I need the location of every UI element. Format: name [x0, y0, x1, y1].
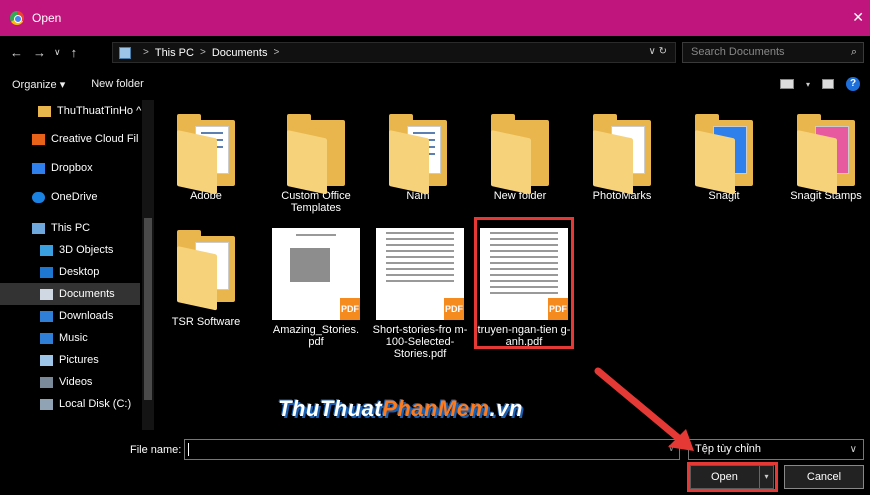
- refresh-icon[interactable]: ∨ ↻: [649, 46, 667, 57]
- file-list: Adobe Custom Office Templates Nam New fo…: [154, 100, 870, 430]
- forward-arrow-icon[interactable]: →: [33, 45, 46, 60]
- recent-locations-icon[interactable]: ∨: [54, 47, 61, 58]
- download-icon: [40, 310, 53, 322]
- creative-cloud-icon: [32, 133, 45, 145]
- sidebar-item-3d-objects[interactable]: 3D Objects: [0, 239, 140, 261]
- chevron-down-icon[interactable]: ▾: [806, 80, 810, 89]
- file-type-select[interactable]: Tệp tùy chỉnh ∨: [688, 439, 864, 460]
- address-bar[interactable]: > This PC > Documents > ∨ ↻: [112, 42, 676, 63]
- folder-adobe[interactable]: Adobe: [158, 114, 254, 202]
- folder-new-folder[interactable]: New folder: [472, 114, 568, 202]
- folder-icon: [177, 114, 235, 195]
- sidebar-item-this-pc[interactable]: This PC: [0, 217, 140, 239]
- sidebar-item-thuthuat[interactable]: ThuThuatTinHo ^: [0, 100, 141, 122]
- file-label: TSR Software: [171, 316, 241, 328]
- pdf-thumbnail: PDF: [272, 228, 360, 320]
- new-folder-button[interactable]: New folder: [91, 78, 144, 90]
- highlight-box-selected-file: [474, 217, 574, 349]
- folder-icon: [695, 114, 753, 195]
- red-arrow-annotation: [594, 367, 694, 451]
- toolbar: Organize ▾ New folder ▾ ?: [0, 68, 870, 100]
- breadcrumb-separator: >: [199, 47, 206, 58]
- sidebar-item-documents[interactable]: Documents: [0, 283, 140, 305]
- sidebar-item-creative-cloud[interactable]: Creative Cloud Fil: [0, 128, 140, 150]
- documents-icon: [40, 288, 53, 300]
- breadcrumb-documents[interactable]: Documents: [212, 47, 268, 59]
- close-icon[interactable]: ✕: [852, 9, 864, 26]
- navigation-bar: ← → ∨ ↑ > This PC > Documents > ∨ ↻ Sear…: [0, 36, 870, 68]
- help-icon[interactable]: ?: [846, 77, 860, 91]
- folder-photomarks[interactable]: PhotoMarks: [574, 114, 670, 202]
- disk-icon: [40, 398, 53, 410]
- search-input[interactable]: Search Documents ⌕: [682, 42, 864, 63]
- file-name-bar: File name: ∨ Tệp tùy chỉnh ∨ Open ▾ Canc…: [0, 430, 870, 495]
- sidebar-item-dropbox[interactable]: Dropbox: [0, 157, 140, 179]
- folder-custom-office-templates[interactable]: Custom Office Templates: [268, 114, 364, 214]
- file-short-stories-pdf[interactable]: PDF Short-stories-fro m-100-Selected- St…: [372, 228, 468, 360]
- sidebar-item-music[interactable]: Music: [0, 327, 140, 349]
- breadcrumb-separator: >: [143, 47, 149, 58]
- pdf-badge-icon: PDF: [444, 298, 464, 320]
- file-amazing-stories-pdf[interactable]: PDF Amazing_Stories. pdf: [268, 228, 364, 348]
- folder-nam[interactable]: Nam: [370, 114, 466, 202]
- folder-snagit-stamps[interactable]: Snagit Stamps: [778, 114, 870, 202]
- music-icon: [40, 332, 53, 344]
- folder-icon: [177, 230, 235, 311]
- sidebar-item-videos[interactable]: Videos: [0, 371, 140, 393]
- pdf-badge-icon: PDF: [340, 298, 360, 320]
- breadcrumb-separator: >: [273, 47, 280, 58]
- breadcrumb-this-pc[interactable]: This PC: [155, 47, 194, 59]
- sidebar-scrollbar-thumb[interactable]: [144, 218, 152, 400]
- organize-button[interactable]: Organize ▾: [12, 78, 65, 91]
- folder-tsr-software[interactable]: TSR Software: [158, 230, 254, 328]
- sidebar-item-desktop[interactable]: Desktop: [0, 261, 140, 283]
- chrome-icon: [10, 11, 24, 25]
- dropbox-icon: [32, 162, 45, 174]
- back-arrow-icon[interactable]: ←: [10, 45, 23, 60]
- sidebar-item-pictures[interactable]: Pictures: [0, 349, 140, 371]
- search-placeholder: Search Documents: [691, 46, 785, 58]
- change-view-icon[interactable]: [779, 79, 794, 89]
- pictures-icon: [40, 354, 53, 366]
- computer-icon: [32, 222, 45, 234]
- file-name-label: File name:: [130, 444, 182, 456]
- folder-icon: [389, 114, 447, 195]
- navigation-pane: ThuThuatTinHo ^ Creative Cloud Fil Dropb…: [0, 100, 154, 430]
- pdf-thumbnail: PDF: [376, 228, 464, 320]
- folder-snagit[interactable]: Snagit: [676, 114, 772, 202]
- folder-icon: [38, 105, 51, 117]
- cancel-button[interactable]: Cancel: [784, 465, 864, 489]
- file-label: Custom Office Templates: [281, 190, 351, 214]
- title-bar: Open ✕: [0, 0, 870, 36]
- file-label: Amazing_Stories. pdf: [272, 324, 360, 348]
- search-icon[interactable]: ⌕: [851, 43, 857, 62]
- videos-icon: [40, 376, 53, 388]
- sidebar-item-local-disk[interactable]: Local Disk (C:): [0, 393, 140, 415]
- text-caret: [188, 443, 189, 456]
- desktop-icon: [40, 266, 53, 278]
- up-arrow-icon[interactable]: ↑: [71, 45, 78, 60]
- folder-icon: [287, 114, 345, 195]
- chevron-down-icon[interactable]: ∨: [850, 440, 857, 459]
- this-pc-icon: [119, 46, 131, 59]
- watermark-logo: ThuThuatPhanMem.vn: [278, 396, 523, 421]
- window-title: Open: [32, 11, 62, 25]
- onedrive-icon: [32, 191, 45, 203]
- file-label: Short-stories-fro m-100-Selected- Storie…: [372, 324, 468, 360]
- preview-pane-icon[interactable]: [822, 79, 834, 89]
- folder-icon: [491, 114, 549, 195]
- folder-icon: [797, 114, 855, 195]
- cube-icon: [40, 244, 53, 256]
- sidebar-item-downloads[interactable]: Downloads: [0, 305, 140, 327]
- sidebar-item-onedrive[interactable]: OneDrive: [0, 186, 140, 208]
- folder-icon: [593, 114, 651, 195]
- highlight-box-open-button: [687, 462, 778, 492]
